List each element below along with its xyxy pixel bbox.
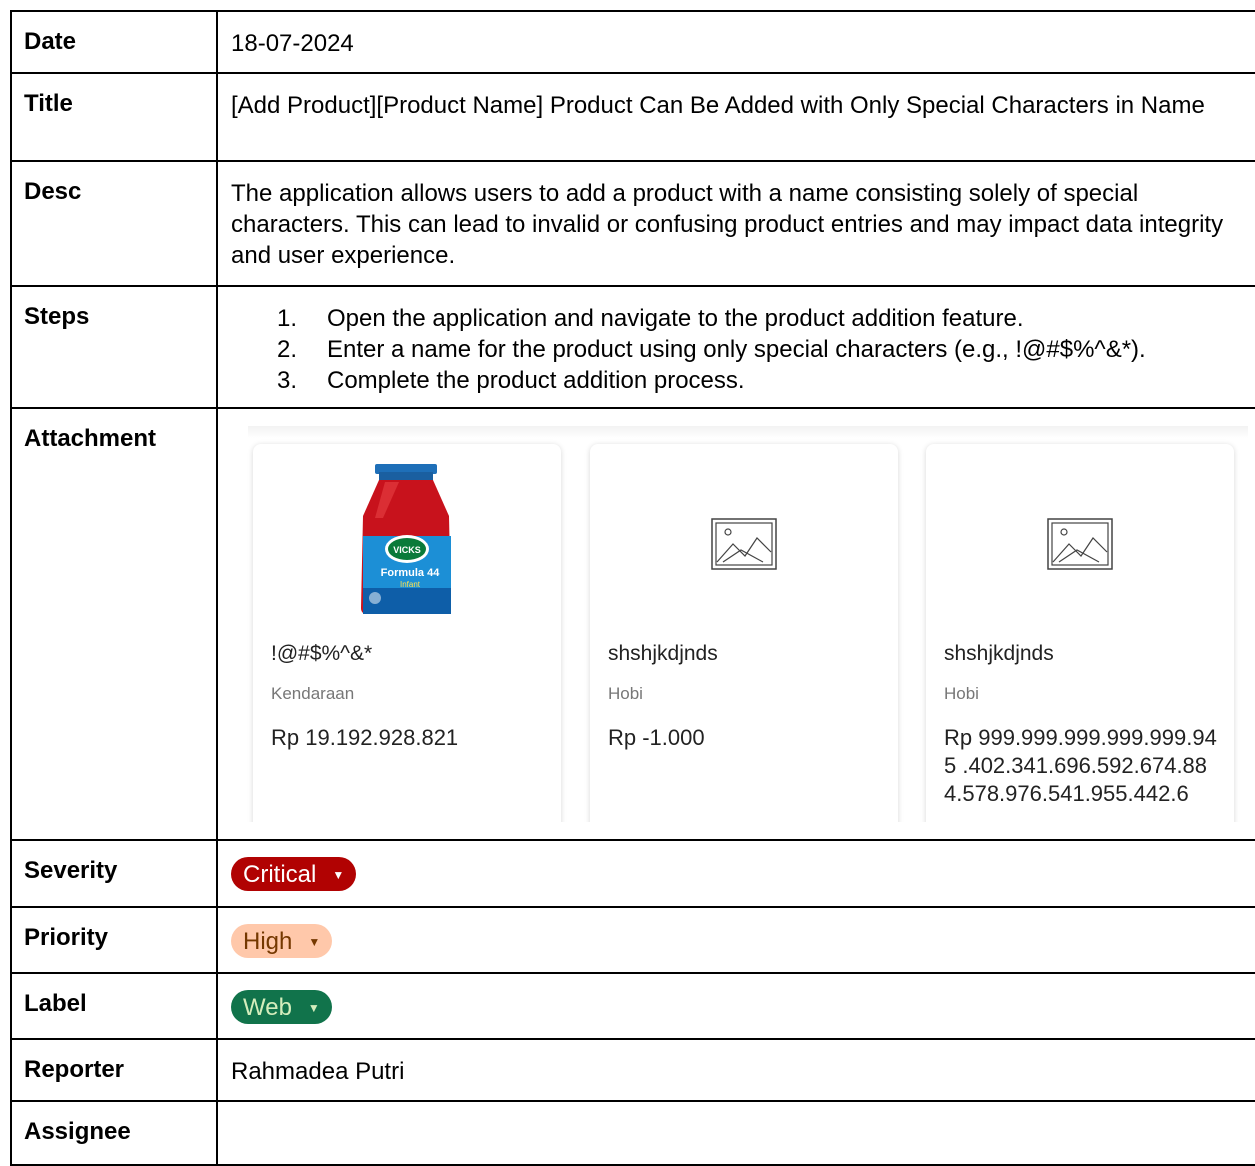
date-value[interactable]: 18-07-2024 bbox=[216, 10, 1255, 74]
title-value[interactable]: [Add Product][Product Name] Product Can … bbox=[216, 72, 1255, 162]
product-card[interactable]: shshjkdjnds Hobi Rp 999.999.999.999.999.… bbox=[926, 444, 1234, 822]
row-priority: Priority High ▼ bbox=[10, 906, 1255, 974]
steps-list: 1. Open the application and navigate to t… bbox=[231, 303, 1255, 396]
product-category: Kendaraan bbox=[271, 684, 355, 703]
product-image bbox=[926, 458, 1234, 618]
priority-chip-text: High bbox=[243, 927, 293, 955]
row-severity: Severity Critical ▼ bbox=[10, 839, 1255, 908]
severity-chip-text: Critical bbox=[243, 860, 317, 888]
desc-value[interactable]: The application allows users to add a pr… bbox=[216, 160, 1255, 287]
product-category: Hobi bbox=[944, 684, 979, 703]
step-number: 2. bbox=[277, 336, 298, 363]
bottle-product: Formula 44 bbox=[381, 567, 441, 579]
bug-report-document: Date 18-07-2024 Title [Add Product][Prod… bbox=[10, 10, 1255, 1166]
step-item: 3. Complete the product addition process. bbox=[265, 365, 1255, 396]
steps-label: Steps bbox=[10, 285, 218, 409]
assignee-value[interactable] bbox=[216, 1100, 1255, 1166]
chevron-down-icon: ▼ bbox=[332, 867, 345, 882]
priority-value: High ▼ bbox=[216, 906, 1255, 974]
reporter-value[interactable]: Rahmadea Putri bbox=[216, 1038, 1255, 1102]
product-card[interactable]: shshjkdjnds Hobi Rp -1.000 bbox=[590, 444, 898, 822]
medicine-bottle-icon: VICKS Formula 44 Infant bbox=[361, 464, 451, 614]
step-item: 1. Open the application and navigate to t… bbox=[265, 303, 1255, 334]
step-number: 3. bbox=[277, 367, 298, 394]
reporter-label: Reporter bbox=[10, 1038, 218, 1102]
product-name: !@#$%^&* bbox=[271, 642, 373, 665]
placeholder-image-icon bbox=[1047, 518, 1113, 570]
product-price: Rp 999.999.999.999.999.945 .402.341.696.… bbox=[944, 725, 1217, 806]
assignee-label: Assignee bbox=[10, 1100, 218, 1166]
desc-label: Desc bbox=[10, 160, 218, 287]
attachment-label: Attachment bbox=[10, 407, 218, 841]
attachment-screenshot[interactable]: VICKS Formula 44 Infant !@#$%^&* Kendara… bbox=[218, 426, 1248, 822]
label-dropdown-chip[interactable]: Web ▼ bbox=[231, 990, 332, 1024]
chevron-down-icon: ▼ bbox=[307, 1000, 320, 1015]
bug-report-table: Date 18-07-2024 Title [Add Product][Prod… bbox=[10, 10, 1255, 1166]
row-attachment: Attachment VICKS Formula 44 Infant !@#$%… bbox=[10, 407, 1255, 841]
bottle-sub: Infant bbox=[400, 580, 421, 589]
step-number: 1. bbox=[277, 305, 298, 332]
row-reporter: Reporter Rahmadea Putri bbox=[10, 1038, 1255, 1102]
placeholder-image-icon bbox=[711, 518, 777, 570]
priority-dropdown-chip[interactable]: High ▼ bbox=[231, 924, 333, 958]
chevron-down-icon: ▼ bbox=[308, 934, 321, 949]
row-steps: Steps 1. Open the application and navigat… bbox=[10, 285, 1255, 409]
severity-dropdown-chip[interactable]: Critical ▼ bbox=[231, 857, 357, 891]
severity-label: Severity bbox=[10, 839, 218, 908]
label-label: Label bbox=[10, 972, 218, 1040]
product-category: Hobi bbox=[608, 684, 643, 703]
severity-value: Critical ▼ bbox=[216, 839, 1255, 908]
bottle-brand: VICKS bbox=[393, 545, 421, 555]
step-text: Complete the product addition process. bbox=[327, 367, 745, 394]
steps-value[interactable]: 1. Open the application and navigate to t… bbox=[216, 285, 1255, 409]
date-label: Date bbox=[10, 10, 218, 74]
title-label: Title bbox=[10, 72, 218, 162]
priority-label: Priority bbox=[10, 906, 218, 974]
screenshot-top-shadow bbox=[248, 426, 1248, 438]
row-label: Label Web ▼ bbox=[10, 972, 1255, 1040]
product-card[interactable]: VICKS Formula 44 Infant !@#$%^&* Kendara… bbox=[253, 444, 561, 822]
product-price: Rp 19.192.928.821 bbox=[271, 725, 459, 750]
product-name: shshjkdjnds bbox=[944, 642, 1054, 665]
row-assignee: Assignee bbox=[10, 1100, 1255, 1166]
product-price: Rp -1.000 bbox=[608, 725, 705, 750]
step-item: 2. Enter a name for the product using onl… bbox=[265, 334, 1255, 365]
row-title: Title [Add Product][Product Name] Produc… bbox=[10, 72, 1255, 162]
product-image bbox=[590, 458, 898, 618]
row-desc: Desc The application allows users to add… bbox=[10, 160, 1255, 287]
product-name: shshjkdjnds bbox=[608, 642, 718, 665]
product-image: VICKS Formula 44 Infant bbox=[253, 458, 561, 618]
row-date: Date 18-07-2024 bbox=[10, 10, 1255, 74]
step-text: Open the application and navigate to the… bbox=[327, 305, 1024, 332]
label-chip-text: Web bbox=[243, 993, 292, 1021]
label-value: Web ▼ bbox=[216, 972, 1255, 1040]
step-text: Enter a name for the product using only … bbox=[327, 336, 1146, 363]
attachment-value[interactable]: VICKS Formula 44 Infant !@#$%^&* Kendara… bbox=[216, 407, 1255, 841]
